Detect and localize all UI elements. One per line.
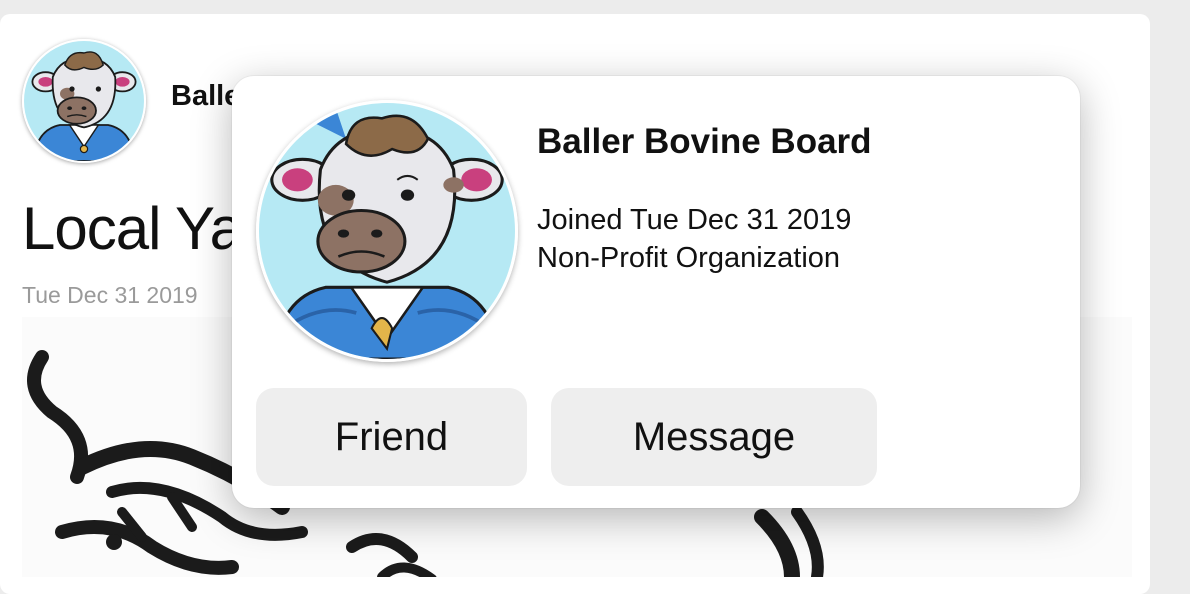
cow-avatar-image bbox=[259, 103, 515, 359]
cow-avatar-image bbox=[24, 41, 144, 161]
profile-account-type: Non-Profit Organization bbox=[537, 242, 841, 274]
profile-popover: Baller Bovine Board Joined Tue Dec 31 20… bbox=[232, 76, 1080, 508]
post-author-avatar[interactable] bbox=[22, 39, 146, 163]
friend-button[interactable]: Friend bbox=[256, 388, 527, 486]
post-date: Tue Dec 31 2019 bbox=[22, 282, 198, 308]
message-button[interactable]: Message bbox=[551, 388, 877, 486]
profile-avatar bbox=[256, 100, 518, 362]
profile-name: Baller Bovine Board bbox=[537, 122, 872, 161]
profile-joined-date: Joined Tue Dec 31 2019 bbox=[537, 204, 852, 236]
